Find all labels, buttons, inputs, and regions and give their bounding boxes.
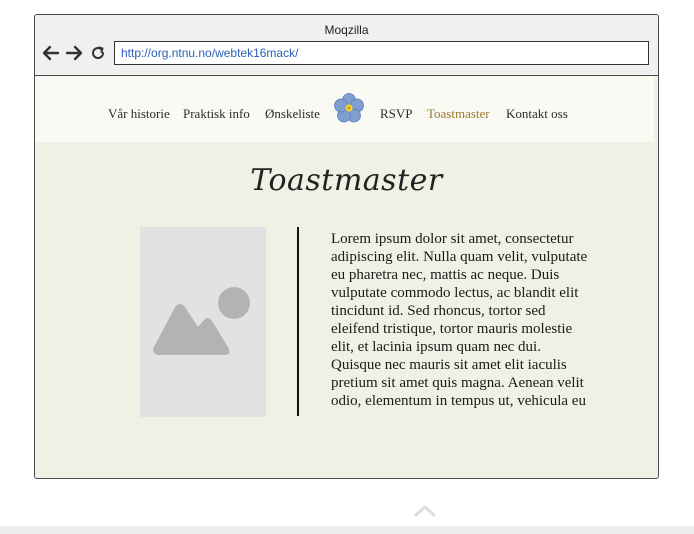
arrow-left-icon — [42, 45, 60, 61]
browser-window: Moqzilla http://org.ntnu.no/webtek16mack… — [34, 14, 659, 479]
reload-button[interactable] — [88, 43, 108, 63]
browser-titlebar: Moqzilla http://org.ntnu.no/webtek16mack… — [35, 15, 658, 76]
page-bottom-shadow — [0, 526, 694, 534]
body-text: Lorem ipsum dolor sit amet, consectetur … — [331, 231, 588, 409]
vertical-divider — [297, 227, 299, 416]
url-text: http://org.ntnu.no/webtek16mack/ — [121, 46, 299, 60]
forward-button[interactable] — [64, 43, 84, 63]
back-button[interactable] — [41, 43, 61, 63]
arrow-right-icon — [65, 45, 83, 61]
window-title: Moqzilla — [324, 23, 369, 37]
reload-icon — [92, 46, 105, 59]
image-placeholder — [140, 227, 266, 417]
nav-item-toastmaster[interactable]: Toastmaster — [427, 106, 490, 122]
nav-item-onskeliste[interactable]: Ønskeliste — [265, 106, 320, 122]
nav-item-var-historie[interactable]: Vår historie — [108, 106, 170, 122]
chevron-up-icon[interactable] — [413, 503, 437, 517]
page-title: Toastmaster — [250, 163, 443, 198]
forget-me-not-flower-icon[interactable] — [333, 92, 365, 124]
nav-item-praktisk-info[interactable]: Praktisk info — [183, 106, 250, 122]
nav-item-rsvp[interactable]: RSVP — [380, 106, 413, 122]
nav-item-kontakt-oss[interactable]: Kontakt oss — [506, 106, 568, 122]
url-bar[interactable]: http://org.ntnu.no/webtek16mack/ — [114, 41, 649, 65]
site-navigation: Vår historie Praktisk info Ønskeliste RS… — [35, 76, 654, 142]
image-placeholder-icon — [153, 287, 250, 355]
